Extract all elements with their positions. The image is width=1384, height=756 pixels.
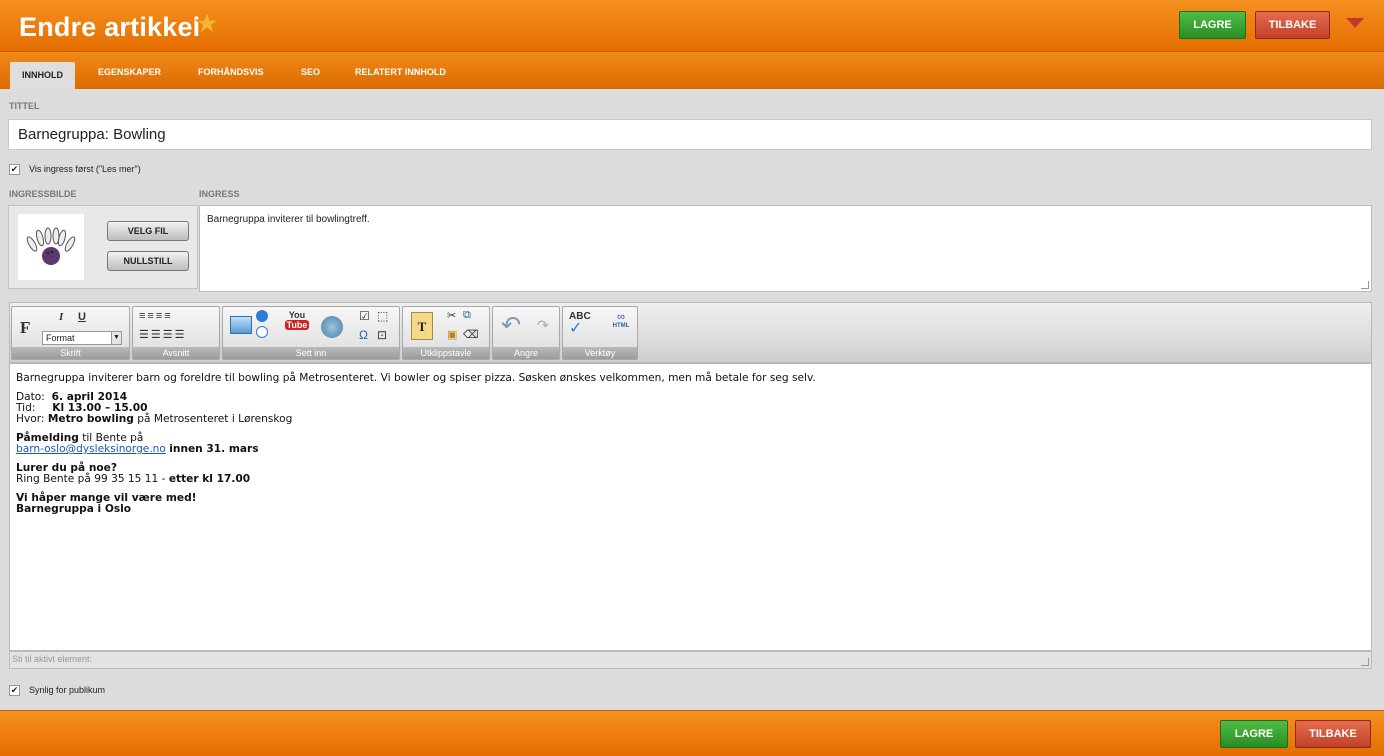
insert-media-icon[interactable]: [256, 310, 268, 322]
html-source-text: HTML: [612, 323, 630, 329]
html-source-icon[interactable]: ∞ HTML: [609, 311, 633, 341]
rich-text-editor[interactable]: Barnegruppa inviterer barn og foreldre t…: [9, 363, 1372, 651]
insert-box-icon[interactable]: ⊡: [377, 328, 387, 342]
tab-egenskaper[interactable]: EGENSKAPER: [98, 67, 161, 77]
youtube-icon[interactable]: You Tube: [285, 310, 309, 344]
title-input[interactable]: Barnegruppa: Bowling: [8, 119, 1372, 150]
editor-contact: Lurer du på noe? Ring Bente på 99 35 15 …: [16, 463, 1365, 485]
toolbar-group-insert: You Tube ☑ ⬚ Ω ⊡ Sett inn: [222, 306, 400, 360]
bowling-image-icon: [26, 227, 76, 265]
format-select[interactable]: Format ▼: [42, 331, 122, 345]
copy-icon[interactable]: ⧉: [463, 309, 471, 322]
editor-signup: Påmelding til Bente på barn-oslo@dysleks…: [16, 433, 1365, 455]
cut-icon[interactable]: ✂: [447, 309, 456, 322]
tab-relatert-innhold[interactable]: RELATERT INNHOLD: [355, 67, 446, 77]
insert-link-icon[interactable]: [321, 316, 343, 338]
toolbar-group-clipboard: T ✂ ⧉ ▣ ⌫ Utklippstavle: [402, 306, 490, 360]
paste-text-icon[interactable]: T: [411, 312, 433, 340]
element-path-bar: Sti til aktivt element:: [9, 651, 1372, 669]
title-label: TITTEL: [9, 101, 40, 111]
bold-button[interactable]: F: [20, 318, 30, 338]
tab-bar: INNHOLD EGENSKAPER FORHÅNDSVIS SEO RELAT…: [0, 52, 1384, 89]
ingress-text: Barnegruppa inviterer til bowlingtreff.: [207, 214, 370, 225]
call-bold: etter kl 17.00: [168, 473, 251, 485]
place-rest: på Metrosenteret i Lørenskog: [137, 413, 293, 425]
ingress-image-panel: VELG FIL NULLSTILL: [8, 205, 198, 289]
toolbar-group-paragraph: ≡≡≡≡ ☰☰☰☰ Avsnitt: [132, 306, 220, 360]
toolbar-group-label: Skrift: [12, 347, 129, 359]
editor-toolbar: F I U Format ▼ Skrift ≡≡≡≡ ☰☰☰☰ Avsnitt …: [9, 302, 1372, 363]
page-footer: LAGRE TILBAKE: [0, 710, 1384, 756]
tab-seo[interactable]: SEO: [301, 67, 320, 77]
resize-handle[interactable]: [1361, 281, 1369, 289]
tab-innhold[interactable]: INNHOLD: [10, 62, 75, 89]
place-label: Hvor:: [16, 413, 45, 425]
align-icons[interactable]: ≡≡≡≡: [139, 310, 173, 322]
ingress-image-label: INGRESSBILDE: [9, 189, 77, 199]
spellcheck-icon[interactable]: ABC ✓: [569, 311, 603, 341]
italic-button[interactable]: I: [59, 311, 63, 323]
ingress-textarea[interactable]: Barnegruppa inviterer til bowlingtreff.: [199, 205, 1372, 292]
list-icons[interactable]: ☰☰☰☰: [139, 328, 186, 341]
ingress-label: INGRESS: [199, 189, 240, 199]
visible-checkbox[interactable]: ✔: [9, 685, 20, 696]
place-bold: Metro bowling: [47, 413, 134, 425]
underline-button[interactable]: U: [78, 311, 86, 323]
call-text: Ring Bente på 99 35 15 11 -: [16, 473, 166, 485]
insert-flash-icon[interactable]: [256, 326, 268, 338]
toolbar-group-label: Utklippstavle: [403, 347, 489, 359]
redo-icon[interactable]: ↷: [537, 317, 549, 334]
menu-dropdown-icon[interactable]: [1346, 18, 1364, 28]
page-title: Endre artikkel: [19, 12, 201, 42]
element-path-text: Sti til aktivt element:: [12, 654, 93, 664]
toolbar-group-label: Avsnitt: [133, 347, 219, 359]
page-header: Endre artikkel LAGRE TILBAKE: [0, 0, 1384, 52]
youtube-top-text: You: [288, 310, 306, 320]
email-link[interactable]: barn-oslo@dysleksinorge.no: [16, 443, 166, 455]
tab-forhandsvis[interactable]: FORHÅNDSVIS: [198, 67, 264, 77]
format-select-value: Format: [46, 333, 75, 343]
back-button-top[interactable]: TILBAKE: [1255, 11, 1330, 39]
reset-image-button[interactable]: NULLSTILL: [107, 251, 189, 271]
save-button-bottom[interactable]: LAGRE: [1220, 720, 1288, 748]
show-ingress-checkbox[interactable]: ✔: [9, 164, 20, 175]
toolbar-group-label: Angre: [493, 347, 559, 359]
eraser-icon[interactable]: ⌫: [463, 328, 479, 341]
insert-image-icon[interactable]: [230, 316, 252, 334]
ingress-image-thumbnail: [18, 214, 84, 280]
toolbar-group-label: Sett inn: [223, 347, 399, 359]
toolbar-group-tools: ABC ✓ ∞ HTML Verktøy: [562, 306, 638, 360]
youtube-bottom-text: Tube: [285, 320, 309, 330]
chevron-down-icon: ▼: [111, 332, 121, 344]
editor-details: Dato: 6. april 2014 Tid: Kl 13.00 – 15.0…: [16, 392, 1365, 425]
toolbar-group-undo: ↶ ↷ Angre: [492, 306, 560, 360]
favorite-star-icon[interactable]: [195, 11, 219, 35]
paste-word-icon[interactable]: ▣: [447, 328, 457, 341]
show-ingress-label: Vis ingress først ("Les mer"): [29, 164, 141, 174]
undo-icon[interactable]: ↶: [501, 311, 521, 340]
back-button-bottom[interactable]: TILBAKE: [1295, 720, 1371, 748]
insert-table-icon[interactable]: ⬚: [377, 309, 388, 323]
editor-closing: Vi håper mange vil være med! Barnegruppa…: [16, 493, 1365, 515]
deadline-text: innen 31. mars: [169, 443, 259, 455]
toolbar-group-font: F I U Format ▼ Skrift: [11, 306, 130, 360]
editor-intro: Barnegruppa inviterer barn og foreldre t…: [16, 372, 816, 384]
save-button-top[interactable]: LAGRE: [1179, 11, 1246, 39]
toolbar-group-label: Verktøy: [563, 347, 637, 359]
visible-label: Synlig for publikum: [29, 685, 106, 695]
insert-special-char-icon[interactable]: Ω: [359, 328, 368, 342]
editor-resize-handle[interactable]: [1361, 658, 1369, 666]
closing-line-2: Barnegruppa i Oslo: [16, 503, 132, 515]
choose-file-button[interactable]: VELG FIL: [107, 221, 189, 241]
insert-anchor-icon[interactable]: ☑: [359, 309, 370, 323]
